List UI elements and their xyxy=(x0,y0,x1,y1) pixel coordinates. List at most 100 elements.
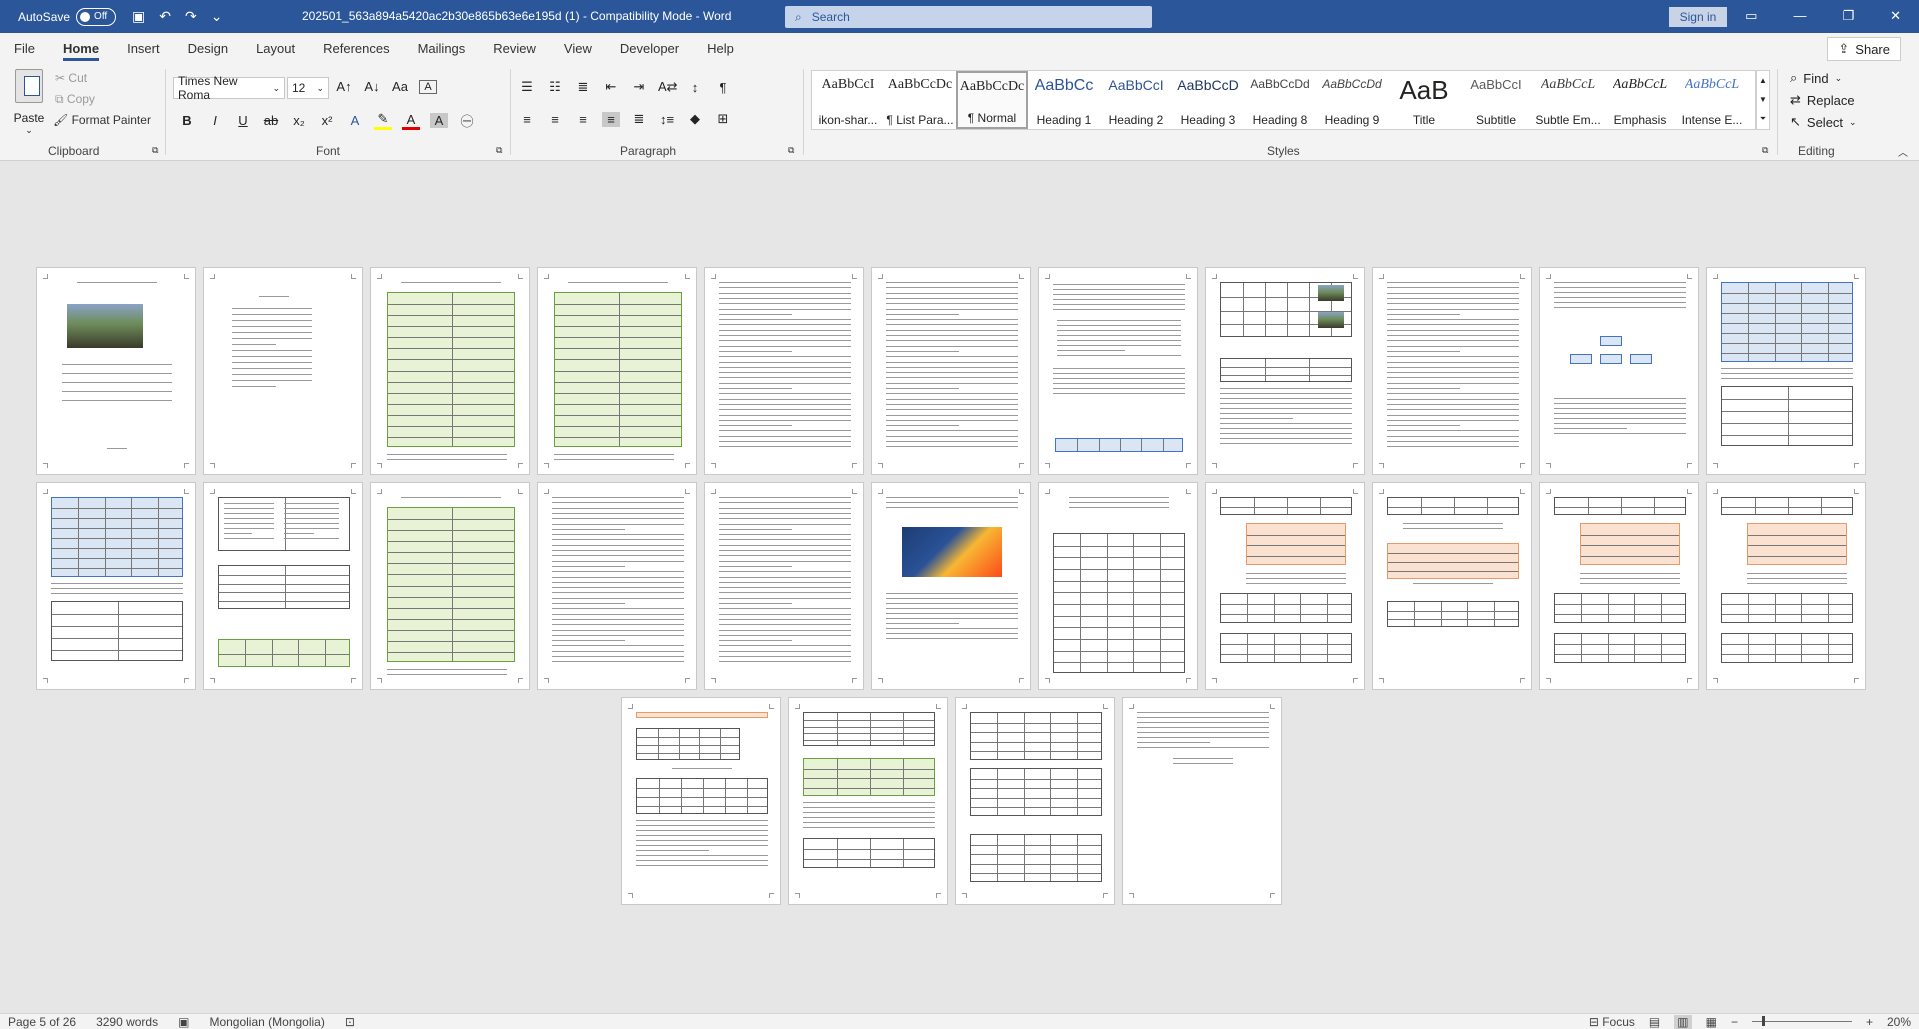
style-heading-3[interactable]: AaBbCcD Heading 3 xyxy=(1172,71,1244,129)
character-shading-icon[interactable]: A xyxy=(430,113,448,128)
borders-icon[interactable]: ⊞ xyxy=(714,111,732,127)
paragraph-launcher-icon[interactable]: ⧉ xyxy=(788,145,794,156)
page-thumbnail[interactable] xyxy=(203,482,363,690)
read-mode-icon[interactable]: ▤ xyxy=(1649,1015,1660,1029)
align-right-icon[interactable]: ≡ xyxy=(574,112,592,127)
style-heading-8[interactable]: AaBbCcDd Heading 8 xyxy=(1244,71,1316,129)
paste-button[interactable]: Paste ⌄ xyxy=(12,69,46,136)
page-thumbnail[interactable] xyxy=(788,697,948,905)
subscript-icon[interactable]: x₂ xyxy=(290,113,308,128)
ribbon-display-options-icon[interactable]: ▭ xyxy=(1745,8,1757,24)
format-painter-button[interactable]: 🖌 Format Painter xyxy=(53,113,151,127)
page-thumbnail[interactable] xyxy=(203,267,363,475)
page-thumbnail[interactable] xyxy=(1205,482,1365,690)
distributed-icon[interactable]: ≣ xyxy=(630,111,648,127)
page-thumbnail[interactable] xyxy=(1122,697,1282,905)
customize-qat-icon[interactable]: ⌄ xyxy=(211,8,223,25)
chevron-down-icon[interactable]: ▼ xyxy=(1759,95,1767,104)
style-title[interactable]: AaB Title xyxy=(1388,71,1460,129)
zoom-slider[interactable] xyxy=(1751,1016,1852,1026)
page-thumbnail[interactable] xyxy=(871,482,1031,690)
tab-home[interactable]: Home xyxy=(49,33,113,63)
style-intense-emphasis[interactable]: AaBbCcL Intense E... xyxy=(1676,71,1748,129)
redo-icon[interactable]: ↷ xyxy=(185,8,197,25)
page-thumbnail[interactable] xyxy=(537,482,697,690)
page-thumbnail[interactable] xyxy=(1539,267,1699,475)
increase-indent-icon[interactable]: ⇥ xyxy=(630,79,648,95)
bullets-icon[interactable]: ☰ xyxy=(518,79,536,95)
style-emphasis[interactable]: AaBbCcL Emphasis xyxy=(1604,71,1676,129)
web-layout-icon[interactable]: ▦ xyxy=(1706,1015,1717,1029)
proofing-icon[interactable]: ▣ xyxy=(178,1015,189,1029)
autosave[interactable]: AutoSave Off xyxy=(18,7,117,26)
language[interactable]: Mongolian (Mongolia) xyxy=(209,1015,324,1029)
more-styles-icon[interactable]: ⏷ xyxy=(1760,114,1766,124)
style-list-paragraph[interactable]: AaBbCcDc ¶ List Para... xyxy=(884,71,956,129)
page-thumbnail[interactable] xyxy=(1706,482,1866,690)
font-size-select[interactable]: 12 ⌄ xyxy=(287,77,329,99)
autosave-toggle[interactable]: Off xyxy=(76,7,117,26)
font-launcher-icon[interactable]: ⧉ xyxy=(496,145,502,156)
page-thumbnail[interactable] xyxy=(955,697,1115,905)
zoom-slider-thumb[interactable] xyxy=(1761,1016,1765,1026)
zoom-out-icon[interactable]: − xyxy=(1731,1015,1738,1029)
page-thumbnail[interactable] xyxy=(704,267,864,475)
style-ikon-shar[interactable]: AaBbCcI ikon-shar... xyxy=(812,71,884,129)
tab-help[interactable]: Help xyxy=(693,33,748,63)
tab-review[interactable]: Review xyxy=(479,33,550,63)
find-button[interactable]: ⌕ Find ⌄ xyxy=(1790,70,1842,86)
print-layout-icon[interactable]: ▥ xyxy=(1674,1014,1692,1029)
page-thumbnail[interactable] xyxy=(1038,267,1198,475)
tab-layout[interactable]: Layout xyxy=(242,33,309,63)
enclose-characters-icon[interactable]: ㊀ xyxy=(458,111,476,130)
multilevel-list-icon[interactable]: ≣ xyxy=(574,79,592,95)
align-left-icon[interactable]: ≡ xyxy=(518,112,536,127)
shrink-font-icon[interactable]: A↓ xyxy=(363,79,381,94)
search-box[interactable]: ⌕ Search xyxy=(785,6,1152,28)
share-button[interactable]: ⇪ Share xyxy=(1827,37,1901,61)
page-thumbnail[interactable] xyxy=(36,267,196,475)
chevron-up-icon[interactable]: ▲ xyxy=(1759,76,1767,85)
document-canvas[interactable] xyxy=(0,161,1919,1013)
minimize-icon[interactable]: — xyxy=(1793,8,1806,24)
clipboard-launcher-icon[interactable]: ⧉ xyxy=(152,145,158,156)
styles-launcher-icon[interactable]: ⧉ xyxy=(1762,145,1768,156)
grow-font-icon[interactable]: A↑ xyxy=(335,79,353,94)
tab-developer[interactable]: Developer xyxy=(606,33,693,63)
styles-gallery-scroll[interactable]: ▲ ▼ ⏷ xyxy=(1756,70,1770,130)
tab-insert[interactable]: Insert xyxy=(113,33,174,63)
page-thumbnail[interactable] xyxy=(370,482,530,690)
bold-icon[interactable]: B xyxy=(178,113,196,128)
page-thumbnail[interactable] xyxy=(704,482,864,690)
page-thumbnail[interactable] xyxy=(1205,267,1365,475)
line-spacing-icon[interactable]: ↕≡ xyxy=(658,112,676,127)
asian-layout-icon[interactable]: A⇄ xyxy=(658,79,678,95)
style-subtitle[interactable]: AaBbCcI Subtitle xyxy=(1460,71,1532,129)
page-thumbnail[interactable] xyxy=(621,697,781,905)
italic-icon[interactable]: I xyxy=(206,113,224,128)
superscript-icon[interactable]: x² xyxy=(318,113,336,128)
text-effects-icon[interactable]: A xyxy=(346,113,364,128)
style-subtle-emphasis[interactable]: AaBbCcL Subtle Em... xyxy=(1532,71,1604,129)
tab-mailings[interactable]: Mailings xyxy=(404,33,480,63)
accessibility-icon[interactable]: ⊡ xyxy=(345,1015,355,1029)
restore-icon[interactable]: ❐ xyxy=(1842,8,1854,24)
collapse-ribbon-icon[interactable]: ︿ xyxy=(1898,144,1908,159)
clear-formatting-icon[interactable]: A xyxy=(419,79,437,94)
shading-icon[interactable]: ◆ xyxy=(686,111,704,127)
word-count[interactable]: 3290 words xyxy=(96,1015,158,1029)
page-thumbnail[interactable] xyxy=(871,267,1031,475)
cut-button[interactable]: ✂ Cut xyxy=(55,71,87,85)
close-icon[interactable]: ✕ xyxy=(1890,8,1901,24)
underline-icon[interactable]: U xyxy=(234,113,252,128)
focus-button[interactable]: ⊟ Focus xyxy=(1589,1015,1635,1029)
page-thumbnail[interactable] xyxy=(537,267,697,475)
style-heading-2[interactable]: AaBbCcI Heading 2 xyxy=(1100,71,1172,129)
font-color-icon[interactable]: A xyxy=(402,112,420,130)
align-center-icon[interactable]: ≡ xyxy=(546,112,564,127)
page-thumbnail[interactable] xyxy=(1539,482,1699,690)
strikethrough-icon[interactable]: ab xyxy=(262,113,280,128)
tab-references[interactable]: References xyxy=(309,33,403,63)
tab-view[interactable]: View xyxy=(550,33,606,63)
justify-icon[interactable]: ≡ xyxy=(602,111,620,127)
